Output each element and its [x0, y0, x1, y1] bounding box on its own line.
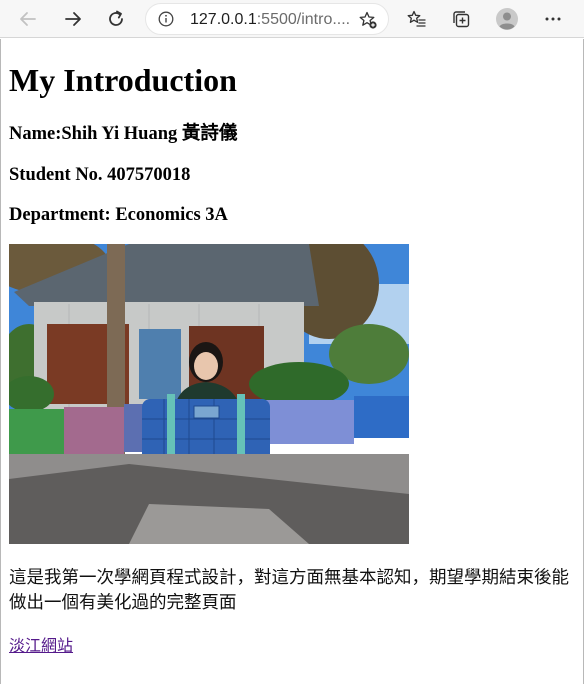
- arrow-right-icon: [65, 12, 81, 26]
- star-plus-icon[interactable]: [358, 10, 378, 30]
- url-text[interactable]: 127.0.0.1:5500/intro....: [190, 10, 350, 30]
- page-content: My Introduction Name:Shih Yi Huang 黃詩儀 S…: [0, 39, 584, 684]
- favorites-button[interactable]: [403, 5, 431, 33]
- student-number-line: Student No. 407570018: [9, 165, 191, 185]
- url-host: 127.0.0.1: [190, 11, 257, 28]
- browser-toolbar: 127.0.0.1:5500/intro....: [0, 0, 584, 38]
- department-line: Department: Economics 3A: [9, 205, 228, 225]
- forward-button[interactable]: [59, 5, 87, 33]
- tamkang-website-link[interactable]: 淡江網站: [9, 635, 73, 657]
- intro-paragraph: 這是我第一次學網頁程式設計，對這方面無基本認知，期望學期結束後能做出一個有美化過…: [9, 568, 569, 613]
- collections-icon: [453, 11, 470, 28]
- reload-button[interactable]: [102, 5, 130, 33]
- profile-photo: [9, 244, 409, 544]
- address-bar[interactable]: 127.0.0.1:5500/intro....: [145, 3, 389, 35]
- info-icon[interactable]: [158, 11, 174, 27]
- profile-avatar-icon: [496, 8, 518, 30]
- more-dots-icon: [545, 17, 561, 21]
- more-button[interactable]: [539, 5, 567, 33]
- name-line: Name:Shih Yi Huang 黃詩儀: [9, 124, 238, 144]
- back-button[interactable]: [14, 5, 42, 33]
- arrow-left-icon: [20, 12, 36, 26]
- url-path: :5500/intro....: [256, 11, 350, 28]
- profile-button[interactable]: [493, 5, 521, 33]
- reload-icon: [109, 10, 123, 26]
- photo-illustration: [9, 244, 409, 544]
- favorites-list-icon: [407, 10, 426, 27]
- collections-button[interactable]: [447, 5, 475, 33]
- page-title: My Introduction: [9, 62, 237, 98]
